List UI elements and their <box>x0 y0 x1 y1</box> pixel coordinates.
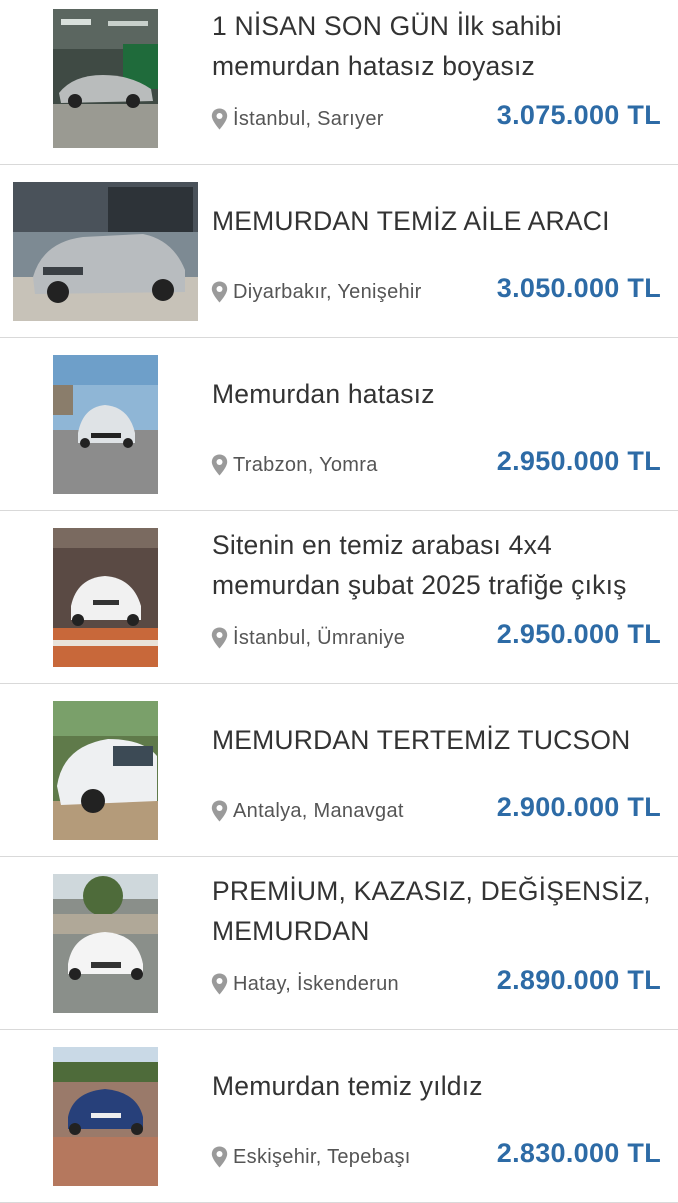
location-text: Diyarbakır, Yenişehir <box>233 280 422 303</box>
listing-item[interactable]: Memurdan temiz yıldız Eskişehir, Tepebaş… <box>0 1030 678 1203</box>
listing-price: 3.050.000 TL <box>496 273 661 303</box>
listing-price: 3.075.000 TL <box>496 100 661 130</box>
listing-photo-container <box>8 857 202 1029</box>
map-pin-icon <box>211 108 228 130</box>
location-text: İstanbul, Sarıyer <box>233 107 384 130</box>
listing-price: 2.900.000 TL <box>496 792 661 822</box>
listing-item[interactable]: MEMURDAN TERTEMİZ TUCSON Antalya, Manavg… <box>0 684 678 857</box>
location-text: İstanbul, Ümraniye <box>233 626 406 649</box>
listing-item[interactable]: MEMURDAN TEMİZ AİLE ARACI Diyarbakır, Ye… <box>0 165 678 338</box>
listing-location: Hatay, İskenderun <box>211 971 399 997</box>
listing-location: İstanbul, Ümraniye <box>211 625 405 651</box>
listing-item[interactable]: Sitenin en temiz arabası 4x4 memurdan şu… <box>0 511 678 684</box>
listing-title[interactable]: Memurdan temiz yıldız <box>212 1066 668 1106</box>
listing-photo-container <box>8 684 202 856</box>
listing-photo-container <box>8 338 202 510</box>
listing-photo-container <box>8 511 202 683</box>
location-text: Trabzon, Yomra <box>233 453 378 476</box>
map-pin-icon <box>211 973 228 995</box>
car-photo[interactable] <box>52 8 158 148</box>
listing-location: İstanbul, Sarıyer <box>211 106 384 132</box>
car-photo[interactable] <box>12 181 198 321</box>
listing-location: Antalya, Manavgat <box>211 798 404 824</box>
listing-title[interactable]: 1 NİSAN SON GÜN İlk sahibi memurdan hata… <box>212 6 668 86</box>
listing-title[interactable]: Memurdan hatasız <box>212 374 668 414</box>
map-pin-icon <box>211 1146 228 1168</box>
car-photo[interactable] <box>52 700 158 840</box>
map-pin-icon <box>211 627 228 649</box>
listing-price: 2.950.000 TL <box>496 619 661 649</box>
car-photo[interactable] <box>52 354 158 494</box>
car-photo[interactable] <box>52 1046 158 1186</box>
listing-title[interactable]: MEMURDAN TERTEMİZ TUCSON <box>212 720 668 760</box>
listing-location: Diyarbakır, Yenişehir <box>211 279 422 305</box>
map-pin-icon <box>211 281 228 303</box>
car-photo[interactable] <box>52 527 158 667</box>
listing-photo-container <box>8 1030 202 1202</box>
map-pin-icon <box>211 800 228 822</box>
location-text: Antalya, Manavgat <box>233 799 404 822</box>
listing-price: 2.830.000 TL <box>496 1138 661 1168</box>
listing-photo-container <box>8 0 202 164</box>
location-text: Eskişehir, Tepebaşı <box>233 1145 411 1168</box>
listing-title[interactable]: PREMİUM, KAZASIZ, DEĞİŞENSİZ, MEMURDAN <box>212 871 668 951</box>
listing-title[interactable]: MEMURDAN TEMİZ AİLE ARACI <box>212 201 668 241</box>
location-text: Hatay, İskenderun <box>233 972 399 995</box>
listing-item[interactable]: Memurdan hatasız Trabzon, Yomra 2.950.00… <box>0 338 678 511</box>
listing-photo-container <box>8 165 202 337</box>
map-pin-icon <box>211 454 228 476</box>
listing-location: Eskişehir, Tepebaşı <box>211 1144 411 1170</box>
listing-price: 2.950.000 TL <box>496 446 661 476</box>
listing-price: 2.890.000 TL <box>496 965 661 995</box>
car-photo[interactable] <box>52 873 158 1013</box>
listing-location: Trabzon, Yomra <box>211 452 378 478</box>
listing-item[interactable]: PREMİUM, KAZASIZ, DEĞİŞENSİZ, MEMURDAN H… <box>0 857 678 1030</box>
listing-title[interactable]: Sitenin en temiz arabası 4x4 memurdan şu… <box>212 525 668 605</box>
listing-item[interactable]: 1 NİSAN SON GÜN İlk sahibi memurdan hata… <box>0 0 678 165</box>
